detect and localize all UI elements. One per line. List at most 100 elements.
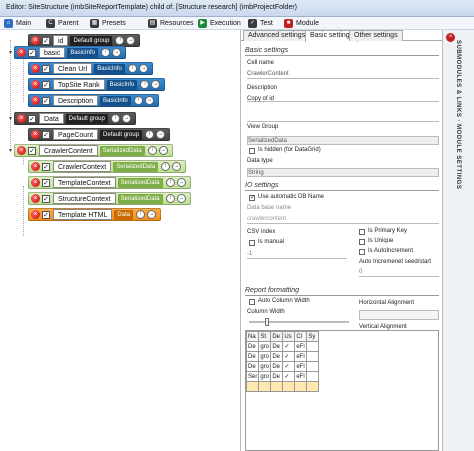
node-checkbox[interactable]: ✓ bbox=[42, 210, 50, 219]
grid-header-cell[interactable]: De bbox=[270, 331, 284, 342]
next-icon[interactable]: → bbox=[138, 64, 148, 73]
slider-thumb[interactable] bbox=[265, 318, 269, 326]
remove-icon[interactable]: × bbox=[31, 80, 40, 89]
autoinc-seed-input[interactable]: 0 bbox=[359, 268, 439, 277]
remove-icon[interactable]: × bbox=[31, 210, 40, 219]
remove-icon[interactable]: × bbox=[31, 96, 40, 105]
next-icon[interactable]: → bbox=[158, 146, 168, 155]
table-row-selected[interactable] bbox=[245, 381, 320, 392]
move-up-icon[interactable]: ↑ bbox=[101, 48, 111, 57]
tree-node-template-html[interactable]: × ✓ Template HTML Data ↑ → bbox=[28, 208, 162, 221]
tree-node-topsite-rank[interactable]: × ✓ TopSite Rank BasicInfo ↑ → bbox=[28, 78, 166, 91]
remove-icon[interactable]: × bbox=[31, 64, 40, 73]
description-input[interactable] bbox=[247, 93, 439, 102]
auto-col-checkbox[interactable] bbox=[249, 299, 255, 305]
menu-test[interactable]: ✓ Test bbox=[248, 18, 273, 29]
tree-node-clean-url[interactable]: × ✓ Clean Url BasicInfo ↑ → bbox=[28, 62, 153, 75]
remove-icon[interactable]: × bbox=[31, 162, 40, 171]
remove-icon[interactable]: × bbox=[31, 194, 40, 203]
move-up-icon[interactable]: ↑ bbox=[145, 130, 155, 139]
is-unique-checkbox[interactable] bbox=[359, 239, 365, 245]
view-group-select[interactable]: SerializedData bbox=[247, 136, 439, 145]
grid-header-cell[interactable]: Us bbox=[282, 331, 296, 342]
table-row[interactable]: Ser gro De ✓ eFl bbox=[245, 371, 320, 382]
grid-header-cell[interactable]: Cl bbox=[294, 331, 308, 342]
tab-other-settings[interactable]: Other settings bbox=[349, 30, 403, 41]
node-checkbox[interactable]: ✓ bbox=[28, 48, 36, 57]
menu-resources[interactable]: ▤ Resources bbox=[148, 18, 193, 29]
tree-node-data[interactable]: × ✓ Data Default group ↑ → bbox=[14, 112, 136, 125]
tab-advanced-settings[interactable]: Advanced settings bbox=[243, 30, 311, 41]
node-checkbox[interactable]: ✓ bbox=[42, 130, 50, 139]
is-primary-checkbox[interactable] bbox=[359, 229, 365, 235]
remove-icon[interactable]: × bbox=[17, 114, 26, 123]
node-checkbox[interactable]: ✓ bbox=[28, 146, 36, 155]
grid-header-cell[interactable]: Na bbox=[245, 331, 260, 342]
remove-icon[interactable]: × bbox=[31, 36, 40, 45]
preview-grid[interactable]: Na St De Us Cl Sy De gro De ✓ eFl De gro De ✓ eF… bbox=[245, 330, 439, 451]
data-type-select[interactable]: String bbox=[247, 168, 439, 177]
move-up-icon[interactable]: ↑ bbox=[127, 64, 137, 73]
tree-node-description[interactable]: × ✓ Description BasicInfo ↑ → bbox=[28, 94, 159, 107]
next-icon[interactable]: → bbox=[172, 162, 182, 171]
move-up-icon[interactable]: ↑ bbox=[140, 80, 150, 89]
next-icon[interactable]: → bbox=[156, 130, 166, 139]
node-checkbox[interactable]: ✓ bbox=[42, 162, 50, 171]
menu-module[interactable]: ■ Module bbox=[284, 18, 319, 29]
db-name-input[interactable]: crawlercontent bbox=[247, 215, 439, 224]
next-icon[interactable]: → bbox=[176, 194, 186, 203]
move-up-icon[interactable]: ↑ bbox=[147, 146, 157, 155]
node-checkbox[interactable]: ✓ bbox=[42, 64, 50, 73]
tree-node-basic[interactable]: × ✓ basic BasicInfo ↑ → bbox=[14, 46, 127, 59]
close-icon[interactable]: × bbox=[446, 33, 455, 42]
grid-header-cell[interactable]: St bbox=[258, 331, 272, 342]
menu-parent[interactable]: C Parent bbox=[46, 18, 79, 29]
is-autoinc-checkbox[interactable] bbox=[359, 249, 365, 255]
is-manual-checkbox[interactable] bbox=[249, 240, 255, 246]
is-hidden-checkbox[interactable] bbox=[249, 148, 255, 154]
move-up-icon[interactable]: ↑ bbox=[115, 36, 125, 45]
node-checkbox[interactable]: ✓ bbox=[42, 96, 50, 105]
table-row[interactable]: De gro De ✓ eFl bbox=[245, 341, 320, 352]
col-width-slider[interactable] bbox=[249, 318, 349, 326]
grid-header-cell[interactable]: Sy bbox=[306, 331, 320, 342]
next-icon[interactable]: → bbox=[112, 48, 122, 57]
remove-icon[interactable]: × bbox=[17, 48, 26, 57]
h-align-select[interactable] bbox=[359, 310, 439, 320]
move-up-icon[interactable]: ↑ bbox=[165, 194, 175, 203]
node-checkbox[interactable]: ✓ bbox=[28, 114, 36, 123]
menu-main[interactable]: ⌂ Main bbox=[4, 18, 31, 29]
auto-db-checkbox[interactable]: ✓ bbox=[249, 195, 255, 201]
collapse-icon[interactable]: ▾ bbox=[7, 116, 14, 123]
node-checkbox[interactable]: ✓ bbox=[42, 36, 50, 45]
menu-presets[interactable]: ▦ Presets bbox=[90, 18, 126, 29]
tree-node-crawlercontext[interactable]: × ✓ CrawlerContext SerializedData ↑ → bbox=[28, 160, 187, 173]
tree-node-structurecontext[interactable]: × ✓ StructureContext SerializedData ↑ → bbox=[28, 192, 191, 205]
table-row[interactable]: De gro De ✓ eFl bbox=[245, 351, 320, 362]
collapse-icon[interactable]: ▾ bbox=[7, 50, 14, 57]
move-up-icon[interactable]: ↑ bbox=[161, 162, 171, 171]
csv-index-input[interactable]: -1 bbox=[247, 250, 347, 259]
node-checkbox[interactable]: ✓ bbox=[42, 178, 50, 187]
menu-execution[interactable]: ▶ Execution bbox=[198, 18, 241, 29]
move-up-icon[interactable]: ↑ bbox=[133, 96, 143, 105]
next-icon[interactable]: → bbox=[121, 114, 131, 123]
remove-icon[interactable]: × bbox=[31, 178, 40, 187]
move-up-icon[interactable]: ↑ bbox=[136, 210, 146, 219]
remove-icon[interactable]: × bbox=[17, 146, 26, 155]
tree-node-pagecount[interactable]: × ✓ PageCount Default group ↑ → bbox=[28, 128, 171, 141]
collapse-icon[interactable]: ▾ bbox=[7, 148, 14, 155]
side-links-label[interactable]: SUBMODULES & LINKS · MODULE SETTINGS bbox=[455, 40, 461, 189]
copy-of-id-input[interactable] bbox=[247, 106, 439, 122]
remove-icon[interactable]: × bbox=[31, 130, 40, 139]
node-checkbox[interactable]: ✓ bbox=[42, 194, 50, 203]
tree-node-crawlercontent[interactable]: × ✓ CrawlerContent SerializedData ↑ → bbox=[14, 144, 173, 157]
next-icon[interactable]: → bbox=[151, 80, 161, 89]
next-icon[interactable]: → bbox=[147, 210, 157, 219]
next-icon[interactable]: → bbox=[176, 178, 186, 187]
move-up-icon[interactable]: ↑ bbox=[110, 114, 120, 123]
cell-name-input[interactable]: CrawlerContent bbox=[247, 70, 439, 79]
table-row[interactable]: De gro De ✓ eFl bbox=[245, 361, 320, 372]
move-up-icon[interactable]: ↑ bbox=[165, 178, 175, 187]
next-icon[interactable]: → bbox=[144, 96, 154, 105]
